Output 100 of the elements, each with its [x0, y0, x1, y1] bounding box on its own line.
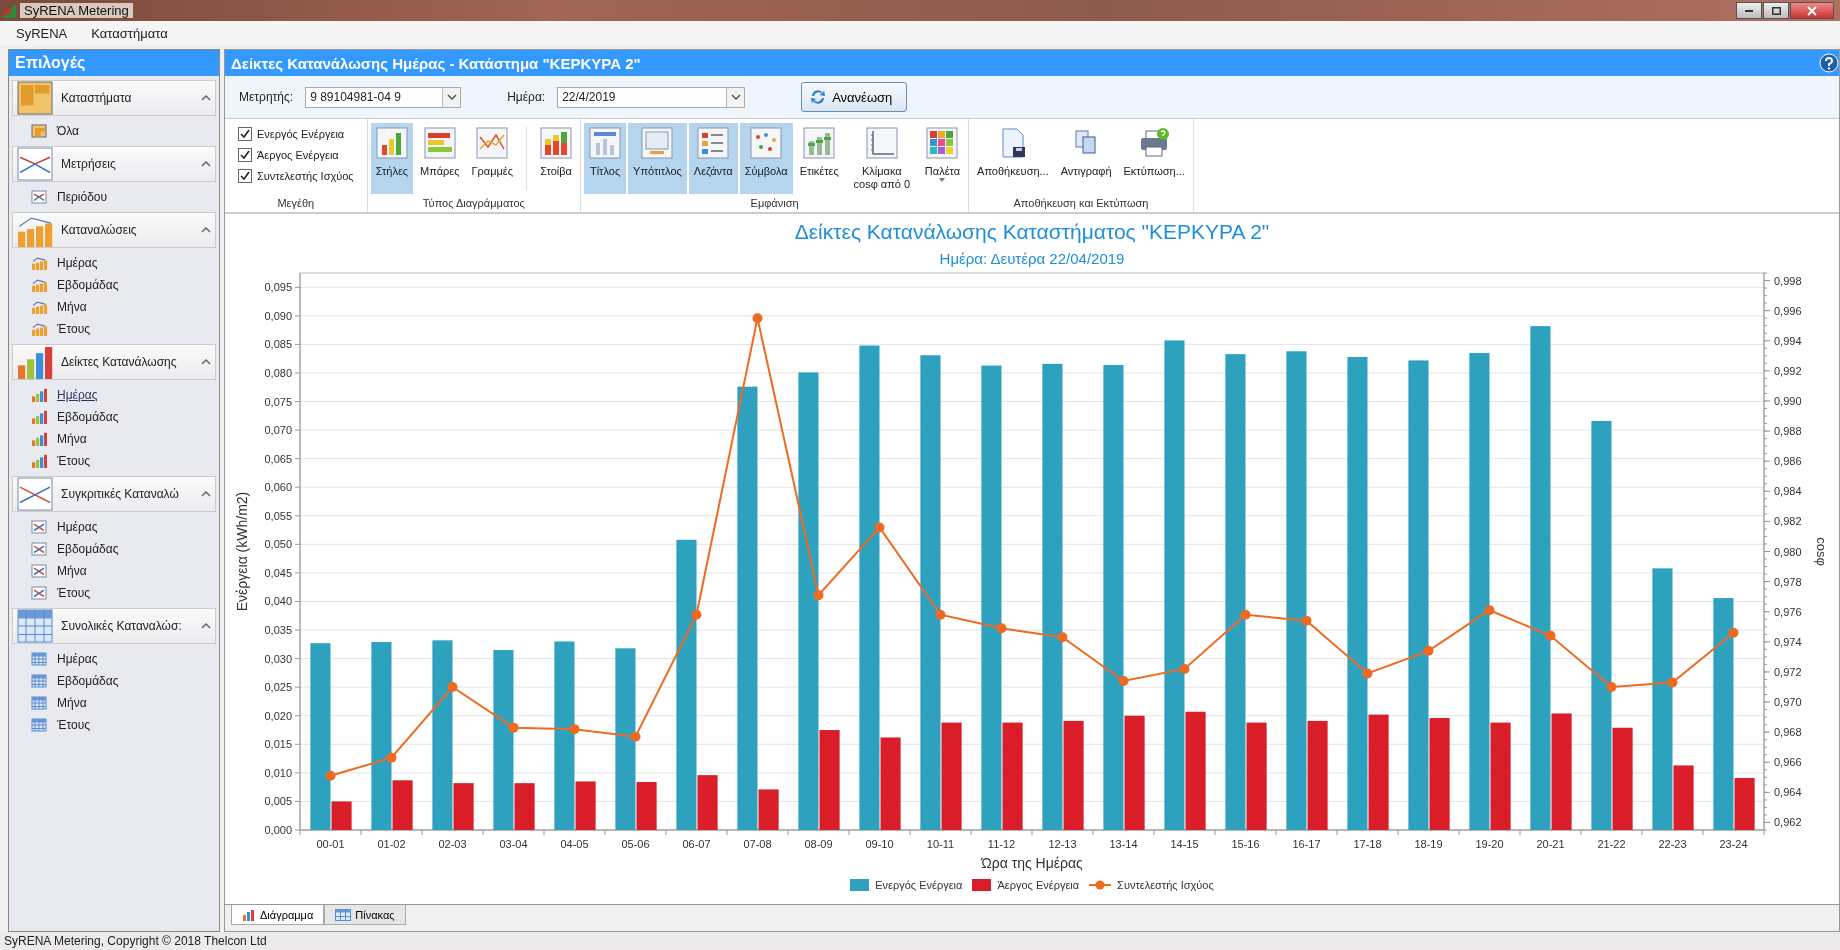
bar-chart-icon: [31, 454, 47, 468]
sidebar-item[interactable]: Μήνα: [9, 296, 219, 318]
sidebar-item[interactable]: Έτους: [9, 450, 219, 472]
ribbon-button[interactable]: Εκτύπωση...: [1118, 123, 1190, 194]
group-header[interactable]: Συνολικές Καταναλώσ:: [12, 608, 216, 644]
panel-title: Δείκτες Κατανάλωσης Ημέρας - Κατάστημα "ΚΕΡΚΥΡΑ 2": [231, 54, 641, 72]
data-point: [1667, 677, 1678, 688]
legend-icon: [697, 127, 730, 159]
axis-title: cosφ: [1814, 537, 1829, 566]
group-header[interactable]: Δείκτες Κατανάλωσης: [12, 344, 216, 380]
tab[interactable]: Διάγραμμα: [231, 905, 325, 925]
axis-tick-label: 0,996: [1774, 304, 1802, 317]
checkbox[interactable]: [238, 148, 252, 162]
menu-item[interactable]: Καταστήματα: [91, 25, 168, 41]
ribbon-button[interactable]: Στοίβα: [535, 123, 578, 194]
axis-tick-label: 0,992: [1774, 364, 1802, 377]
axis-tick-label: 0,070: [264, 424, 292, 437]
window-title: SyRENA Metering: [20, 3, 133, 18]
group-label: Καταναλώσεις: [61, 223, 138, 237]
ribbon-button[interactable]: Κλίμακα cosφ από 0: [845, 123, 918, 194]
sidebar-item[interactable]: Έτους: [9, 582, 219, 604]
axis-tick-label: 0,984: [1774, 485, 1802, 498]
axis-tick-label: 0,976: [1774, 605, 1802, 618]
sidebar-item[interactable]: Μήνα: [9, 428, 219, 450]
line-chart-icon: [476, 127, 509, 159]
sidebar-item[interactable]: Ημέρας: [9, 384, 219, 406]
bar-chart-icon: [31, 432, 47, 446]
ribbon-button[interactable]: Λεζάντα: [688, 123, 738, 194]
sidebar-item[interactable]: Εβδομάδας: [9, 406, 219, 428]
checkbox[interactable]: [238, 169, 252, 183]
ribbon-button[interactable]: Μπάρες: [415, 123, 465, 194]
group-header[interactable]: Συγκριτικές Καταναλώ: [12, 476, 216, 512]
data-point: [1118, 675, 1129, 686]
dropdown-field[interactable]: 22/4/2019: [557, 86, 746, 108]
axis-tick-label: 0,055: [264, 509, 292, 522]
data-point: [813, 590, 824, 601]
axis-title: Ώρα της Ημέρας: [981, 855, 1083, 871]
axis-tick-label: 0,962: [1774, 816, 1802, 829]
group-label: Δείκτες Κατανάλωσης: [61, 355, 178, 369]
axis-tick-label: 0,970: [1774, 696, 1802, 709]
chevron-icon: [201, 227, 211, 233]
axis-tick-label: 01-02: [377, 838, 406, 850]
group-label: Μετρήσεις: [61, 157, 117, 171]
data-point: [1545, 630, 1556, 641]
line-chart-icon: [31, 542, 47, 556]
data-point: [447, 682, 458, 692]
group-header[interactable]: Καταναλώσεις: [12, 212, 216, 248]
menu-item[interactable]: SyRENA: [16, 25, 68, 41]
ribbon-button[interactable]: Ετικέτες: [794, 123, 844, 194]
sidebar-item[interactable]: Όλα: [9, 120, 219, 142]
sidebar-item[interactable]: Εβδομάδας: [9, 274, 219, 296]
sidebar-item[interactable]: Περιόδου: [9, 186, 219, 208]
axis-tick-label: 0,982: [1774, 515, 1802, 528]
ribbon-button[interactable]: Στήλες: [370, 123, 414, 194]
ribbon-button[interactable]: Σύμβολα: [739, 123, 793, 194]
group-label: Συνολικές Καταναλώσ:: [61, 619, 183, 633]
sidebar-item[interactable]: Εβδομάδας: [9, 670, 219, 692]
axis-scale-icon: [865, 127, 898, 159]
axis-tick-label: 0,972: [1774, 665, 1802, 678]
axis-tick-label: 04-05: [560, 838, 589, 850]
checkbox[interactable]: [238, 127, 252, 141]
group-header[interactable]: Μετρήσεις: [12, 146, 216, 182]
axis-tick-label: 0,020: [264, 709, 292, 722]
sidebar-item[interactable]: Ημέρας: [9, 516, 219, 538]
sidebar-item[interactable]: Έτους: [9, 714, 219, 736]
refresh-button[interactable]: Ανανέωση: [801, 82, 908, 112]
maximize-button[interactable]: [1763, 2, 1789, 19]
ribbon-button[interactable]: Γραμμές: [466, 123, 519, 194]
ribbon-button[interactable]: Τίτλος: [584, 123, 627, 194]
check-icon: [240, 129, 250, 139]
group-header[interactable]: Καταστήματα: [12, 80, 216, 116]
tab[interactable]: Πίνακας: [324, 905, 406, 925]
sidebar-item[interactable]: Ημέρας: [9, 648, 219, 670]
consumption-chart-icon: [31, 278, 47, 292]
axis-tick-label: 0,005: [264, 795, 292, 808]
axis-title: Ενέργεια (kWh/m2): [234, 491, 250, 612]
palette-icon: [926, 127, 959, 159]
field-label: Ημέρα:: [507, 90, 546, 104]
close-button[interactable]: [1790, 2, 1834, 19]
sidebar-item[interactable]: Ημέρας: [9, 252, 219, 274]
data-point: [1179, 663, 1190, 674]
sidebar-item[interactable]: Έτους: [9, 318, 219, 340]
help-icon[interactable]: [1819, 53, 1839, 73]
sidebar-item[interactable]: Μήνα: [9, 560, 219, 582]
sidebar-item[interactable]: Μήνα: [9, 692, 219, 714]
ribbon-button[interactable]: Υπότιτλος: [628, 123, 687, 194]
minimize-button[interactable]: [1736, 2, 1762, 19]
print-icon: [1138, 127, 1171, 159]
ribbon-button[interactable]: Παλέτα: [919, 123, 966, 194]
axis-tick-label: 0,035: [264, 624, 292, 637]
axis-tick-label: 0,050: [264, 538, 292, 551]
data-point: [1606, 682, 1617, 692]
dropdown-field[interactable]: 9 89104981-04 9: [305, 86, 462, 108]
legend-label: Άεργος Ενέργεια: [997, 879, 1080, 891]
ribbon-button[interactable]: Αντιγραφή: [1055, 123, 1117, 194]
sidebar-item[interactable]: Εβδομάδας: [9, 538, 219, 560]
axis-tick-label: 17-18: [1353, 838, 1382, 850]
ribbon-button[interactable]: Αποθήκευση...: [972, 123, 1054, 194]
refresh-icon: [810, 89, 827, 105]
column-chart-icon: [375, 127, 408, 159]
